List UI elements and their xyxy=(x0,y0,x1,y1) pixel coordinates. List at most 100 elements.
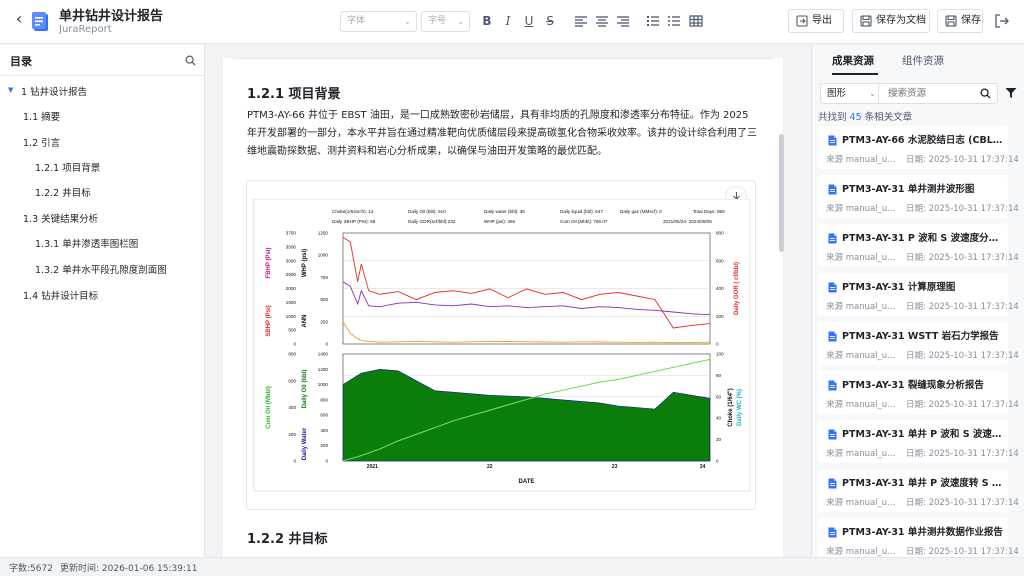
y-tick-label: 500 xyxy=(288,328,296,333)
italic-icon[interactable]: I xyxy=(501,13,515,29)
tab-components[interactable]: 组件资源 xyxy=(902,53,944,68)
back-arrow-icon[interactable]: ‹ xyxy=(10,10,28,28)
align-left-icon[interactable] xyxy=(574,13,588,29)
toc-item[interactable]: 1.2.1 项目背景 xyxy=(35,160,100,174)
y-tick-label: 600 xyxy=(716,258,724,263)
search-icon[interactable] xyxy=(980,88,991,99)
logout-icon[interactable] xyxy=(994,13,1010,29)
bullet-list-icon[interactable] xyxy=(667,13,681,29)
y-tick-label: 60 xyxy=(716,394,722,399)
resource-card[interactable]: PTM3-AY-31 P 波和 S 波速度分析报告 来源 manual_u... 日… xyxy=(818,224,1019,267)
y-tick-label: 800 xyxy=(288,352,296,357)
y-tick-label: 1000 xyxy=(318,253,329,258)
toc-item[interactable]: 1.2.2 井目标 xyxy=(35,185,91,199)
resource-card-title: PTM3-AY-31 裂缝现象分析报告 xyxy=(842,380,984,391)
y-tick-label: 600 xyxy=(320,413,328,418)
strikethrough-icon[interactable]: S xyxy=(543,13,557,29)
x-tick-label: 24 xyxy=(700,464,706,470)
chevron-down-icon: ⌄ xyxy=(869,89,876,98)
top-bar: ‹ 单井钻井设计报告 JuraReport 字体 ⌄ 字号 ⌄ B I U S … xyxy=(0,0,1024,44)
toc-item[interactable]: 1.3.1 单井渗透率图栏图 xyxy=(35,236,138,250)
y-tick-label: 500 xyxy=(320,297,328,302)
tab-results[interactable]: 成果资源 xyxy=(832,53,874,68)
app-subtitle: JuraReport xyxy=(59,24,112,35)
section-heading: 1.2.2 井目标 xyxy=(247,532,328,547)
toc-item[interactable]: 1.3.2 单井水平段孔隙度剖面图 xyxy=(35,262,167,276)
document-page[interactable]: 1.2.1 项目背景 PTM3-AY-66 井位于 EBST 油田，是一口成熟致… xyxy=(223,58,783,557)
y-tick-label: 1250 xyxy=(318,231,329,236)
y-tick-label: 0 xyxy=(716,342,719,347)
bold-icon[interactable]: B xyxy=(480,13,494,29)
y-tick-label: 800 xyxy=(716,231,724,236)
resource-type-select[interactable]: 图形 ⌄ xyxy=(820,83,882,104)
chevron-down-icon: ⌄ xyxy=(457,17,464,26)
y-axis-label: ANN xyxy=(302,315,308,328)
y-tick-label: 400 xyxy=(288,405,296,410)
scrollbar-thumb[interactable] xyxy=(779,134,784,252)
y-tick-label: 1400 xyxy=(318,352,329,357)
toc-item[interactable]: 1.3 关键结果分析 xyxy=(23,211,98,225)
filter-icon[interactable] xyxy=(1005,87,1017,99)
font-size-select[interactable]: 字号 ⌄ xyxy=(421,11,470,32)
y-tick-label: 3000 xyxy=(286,258,297,263)
divider xyxy=(233,58,773,59)
chart-header-text: WHP (psi): 365 xyxy=(484,219,516,224)
ordered-list-icon[interactable] xyxy=(646,13,660,29)
y-axis-label: SBHP (Psi) xyxy=(266,305,272,336)
resource-card[interactable]: PTM3-AY-31 裂缝现象分析报告 来源 manual_u... 日期: 202… xyxy=(818,371,1019,414)
resource-card-title: PTM3-AY-31 单井 P 波和 S 波速度图 xyxy=(842,429,1004,440)
paragraph: PTM3-AY-66 井位于 EBST 油田，是一口成熟致密砂岩储层，具有非均质… xyxy=(247,110,757,157)
caret-down-icon[interactable]: ▼ xyxy=(8,86,13,94)
resource-card[interactable]: PTM3-AY-31 单井 P 波和 S 波速度图 来源 manual_u... 日… xyxy=(818,420,1019,463)
x-tick-label: 23 xyxy=(612,464,618,470)
resource-card-title: PTM3-AY-31 WSTT 岩石力学报告 xyxy=(842,331,999,342)
toc-item[interactable]: 1.4 钻井设计目标 xyxy=(23,288,98,302)
underline-icon[interactable]: U xyxy=(522,13,536,29)
y-tick-label: 3750 xyxy=(286,231,297,236)
resource-card[interactable]: PTM3-AY-31 计算原理图 来源 manual_u... 日期: 2025-1… xyxy=(818,273,1019,316)
export-button[interactable]: 导出 xyxy=(788,9,844,33)
y-axis-label: Cum Oil (Mbbl) xyxy=(266,386,272,429)
resource-card[interactable]: PTM3-AY-31 单井测井波形图 来源 manual_u... 日期: 2025… xyxy=(818,175,1019,218)
production-chart-figure[interactable]: Choke(1/64inch): 12 Daily Oil (bbl): 610… xyxy=(246,180,756,510)
resource-card[interactable]: PTM3-AY-31 单井测井数据作业报告 来源 manual_u... 日期: 2… xyxy=(818,518,1019,561)
document-icon xyxy=(828,184,837,195)
y-tick-label: 20 xyxy=(716,437,722,442)
search-icon[interactable] xyxy=(185,55,196,66)
x-tick-label: 2021 xyxy=(367,464,378,470)
table-icon[interactable] xyxy=(689,13,703,29)
font-family-select[interactable]: 字体 ⌄ xyxy=(340,11,417,32)
document-area: 1.2.1 项目背景 PTM3-AY-66 井位于 EBST 油田，是一口成熟致… xyxy=(206,45,810,557)
resource-card[interactable]: PTM3-AY-31 单井 P 波速度转 S 波速... 来源 manual_u.… xyxy=(818,469,1019,512)
export-label: 导出 xyxy=(812,15,832,26)
result-count-suffix: 条相关文章 xyxy=(861,112,913,123)
document-icon xyxy=(828,135,837,146)
resource-card-source: 来源 manual_u... xyxy=(826,547,896,557)
save-button[interactable]: 保存 xyxy=(937,9,983,33)
align-center-icon[interactable] xyxy=(595,13,609,29)
chevron-down-icon: ⌄ xyxy=(404,17,411,26)
resource-card-date: 日期: 2025-10-31 17:37:14 xyxy=(906,302,1019,312)
resource-card-title: PTM3-AY-66 水泥胶结日志 (CBL) 报告 xyxy=(842,135,1004,146)
chart-header-text: Daily water (bbl): 38 xyxy=(484,209,525,214)
chart-header-text: Total Days: 859 xyxy=(693,209,725,214)
document-icon xyxy=(828,331,837,342)
y-tick-label: 250 xyxy=(320,319,328,324)
toc-item[interactable]: 1.1 摘要 xyxy=(23,109,60,123)
y-tick-label: 1000 xyxy=(286,314,297,319)
production-history-chart: Choke(1/64inch): 12 Daily Oil (bbl): 610… xyxy=(253,199,751,492)
document-icon xyxy=(828,429,837,440)
resource-card[interactable]: PTM3-AY-66 水泥胶结日志 (CBL) 报告 来源 manual_u...… xyxy=(818,126,1019,169)
toc-item[interactable]: 1.2 引言 xyxy=(23,135,60,149)
y-tick-label: 0 xyxy=(716,459,719,464)
y-axis-label: Daily GOR ( cf/bbl) xyxy=(734,262,740,315)
save-as-doc-button[interactable]: 保存为文档 xyxy=(852,9,930,33)
align-right-icon[interactable] xyxy=(616,13,630,29)
toc-item[interactable]: 1 钻井设计报告 xyxy=(21,84,87,98)
chart-header-text: Cum Oil (Mbbl): 766.07 xyxy=(560,219,608,224)
resource-type-value: 图形 xyxy=(827,88,847,99)
resource-card[interactable]: PTM3-AY-31 WSTT 岩石力学报告 来源 manual_u... 日期: … xyxy=(818,322,1019,365)
result-count-number: 45 xyxy=(849,112,862,123)
toc-heading: 目录 xyxy=(10,55,32,68)
result-count: 共找到 45 条相关文章 xyxy=(818,109,912,123)
